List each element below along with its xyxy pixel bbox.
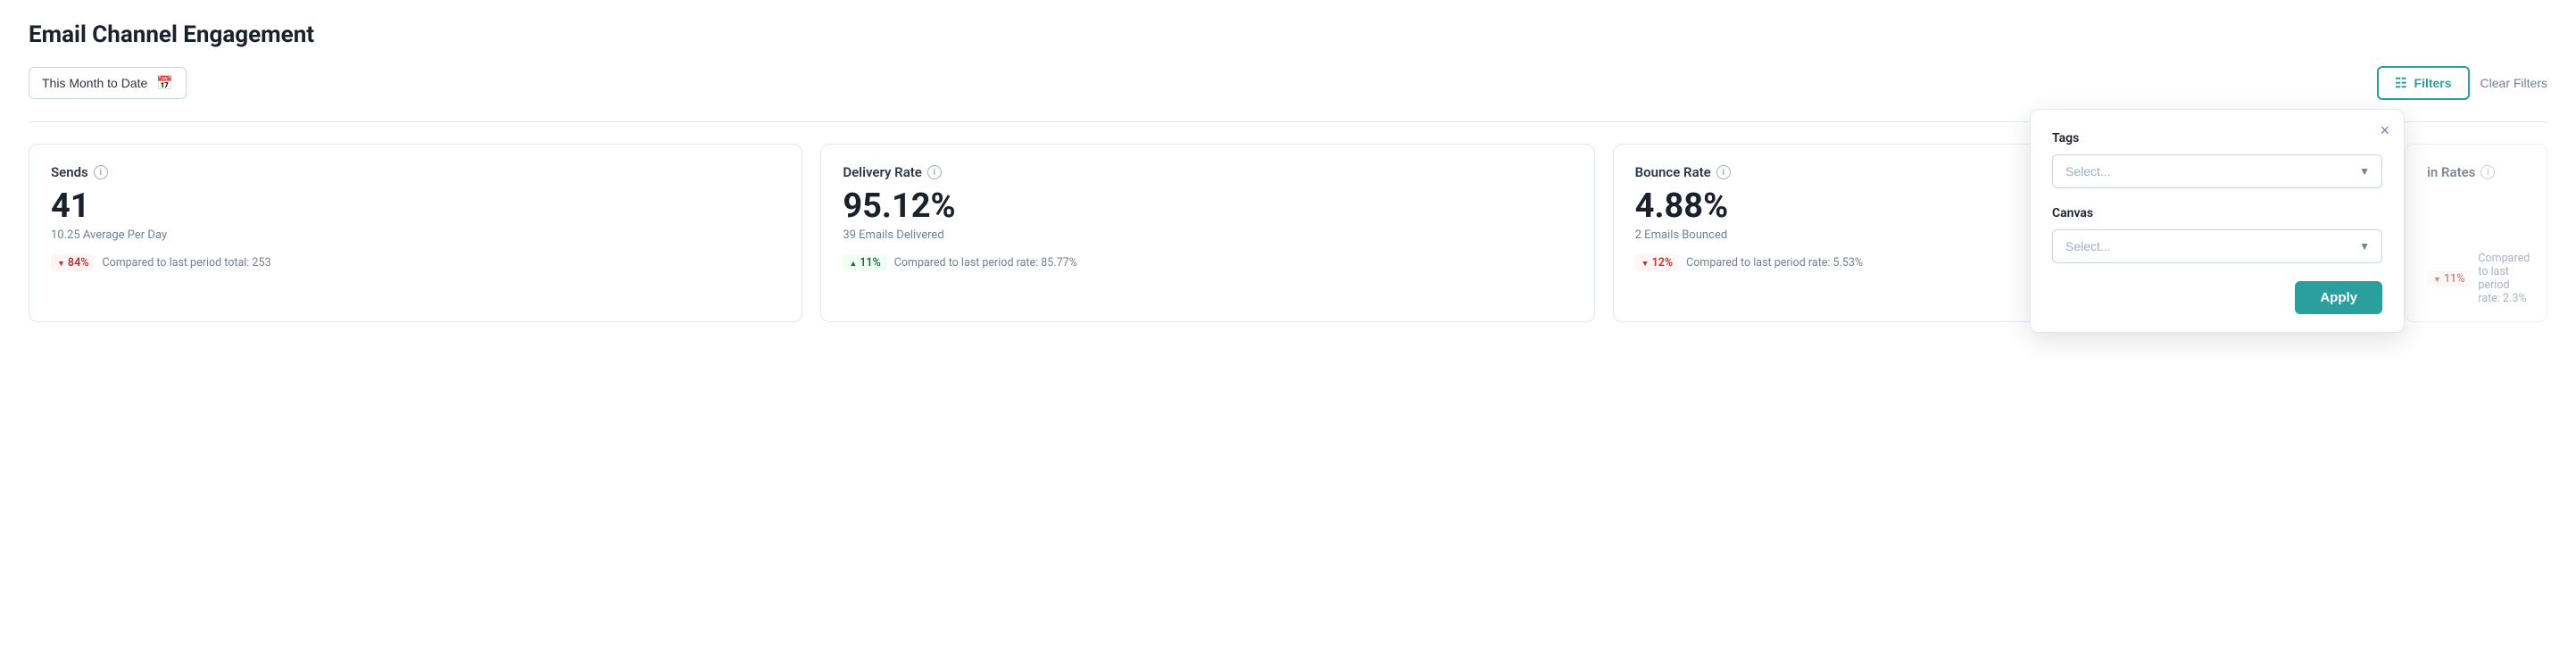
partial-label-row: in Rates i [2427,164,2525,180]
delivery-label: Delivery Rate [843,164,922,180]
page-title: Email Channel Engagement [29,21,2547,48]
delivery-arrow-icon [849,256,857,270]
filters-icon: ☷ [2395,75,2406,91]
delivery-badge-value: 11% [860,256,881,270]
delivery-info-icon[interactable]: i [927,165,942,179]
bounce-badge: 12% [1635,254,1679,271]
sends-value: 41 [51,189,780,223]
tags-label: Tags [2052,131,2382,145]
filters-button[interactable]: ☷ Filters [2377,66,2469,100]
clear-filters-button[interactable]: Clear Filters [2480,76,2547,90]
tags-select[interactable]: Select... [2052,154,2382,188]
sends-sub: 10.25 Average Per Day [51,228,780,242]
canvas-select-wrapper: Select... ▼ [2052,229,2382,263]
sends-label: Sends [51,164,88,180]
delivery-badge: 11% [843,254,886,271]
date-picker-label: This Month to Date [42,76,147,90]
partial-card: in Rates i 11% Compared to last period r… [2405,144,2547,322]
sends-card: Sends i 41 10.25 Average Per Day 84% Com… [29,144,802,322]
partial-label: in Rates [2427,164,2475,180]
sends-badge: 84% [51,254,95,271]
canvas-label: Canvas [2052,206,2382,220]
partial-info-icon[interactable]: i [2480,165,2495,179]
bounce-arrow-icon [1641,256,1649,270]
sends-label-row: Sends i [51,164,780,180]
bounce-info-icon[interactable]: i [1716,165,1731,179]
close-button[interactable]: × [2380,122,2389,138]
bounce-badge-value: 12% [1652,256,1674,270]
filter-apply-row: Apply [2052,281,2382,314]
canvas-section: Canvas Select... ▼ [2052,206,2382,263]
delivery-sub: 39 Emails Delivered [843,228,1572,242]
calendar-icon: 📅 [156,75,173,91]
date-picker-button[interactable]: This Month to Date 📅 [29,67,187,99]
partial-arrow-icon [2433,272,2441,286]
partial-badge-value: 11% [2444,272,2465,286]
delivery-footer: 11% Compared to last period rate: 85.77% [843,254,1572,271]
sends-info-icon[interactable]: i [94,165,108,179]
top-bar-actions: ☷ Filters Clear Filters [2377,66,2547,100]
sends-footer: 84% Compared to last period total: 253 [51,254,780,271]
filters-label: Filters [2414,76,2452,90]
bounce-comparison: Compared to last period rate: 5.53% [1686,256,1863,270]
delivery-comparison: Compared to last period rate: 85.77% [894,256,1077,270]
sends-comparison: Compared to last period total: 253 [102,256,270,270]
partial-badge: 11% [2427,270,2471,287]
filter-panel: × Tags Select... ▼ Canvas Select... ▼ Ap… [2030,109,2405,333]
delivery-rate-card: Delivery Rate i 95.12% 39 Emails Deliver… [820,144,1594,322]
canvas-select[interactable]: Select... [2052,229,2382,263]
sends-arrow-icon [57,256,65,270]
tags-select-wrapper: Select... ▼ [2052,154,2382,188]
tags-section: Tags Select... ▼ [2052,131,2382,188]
top-bar: This Month to Date 📅 ☷ Filters Clear Fil… [29,66,2547,100]
partial-footer: 11% Compared to last period rate: 2.3% [2427,252,2525,305]
delivery-value: 95.12% [843,189,1572,223]
delivery-label-row: Delivery Rate i [843,164,1572,180]
partial-comparison: Compared to last period rate: 2.3% [2478,252,2530,305]
sends-badge-value: 84% [68,256,89,270]
apply-button[interactable]: Apply [2295,281,2382,314]
bounce-label: Bounce Rate [1635,164,1711,180]
